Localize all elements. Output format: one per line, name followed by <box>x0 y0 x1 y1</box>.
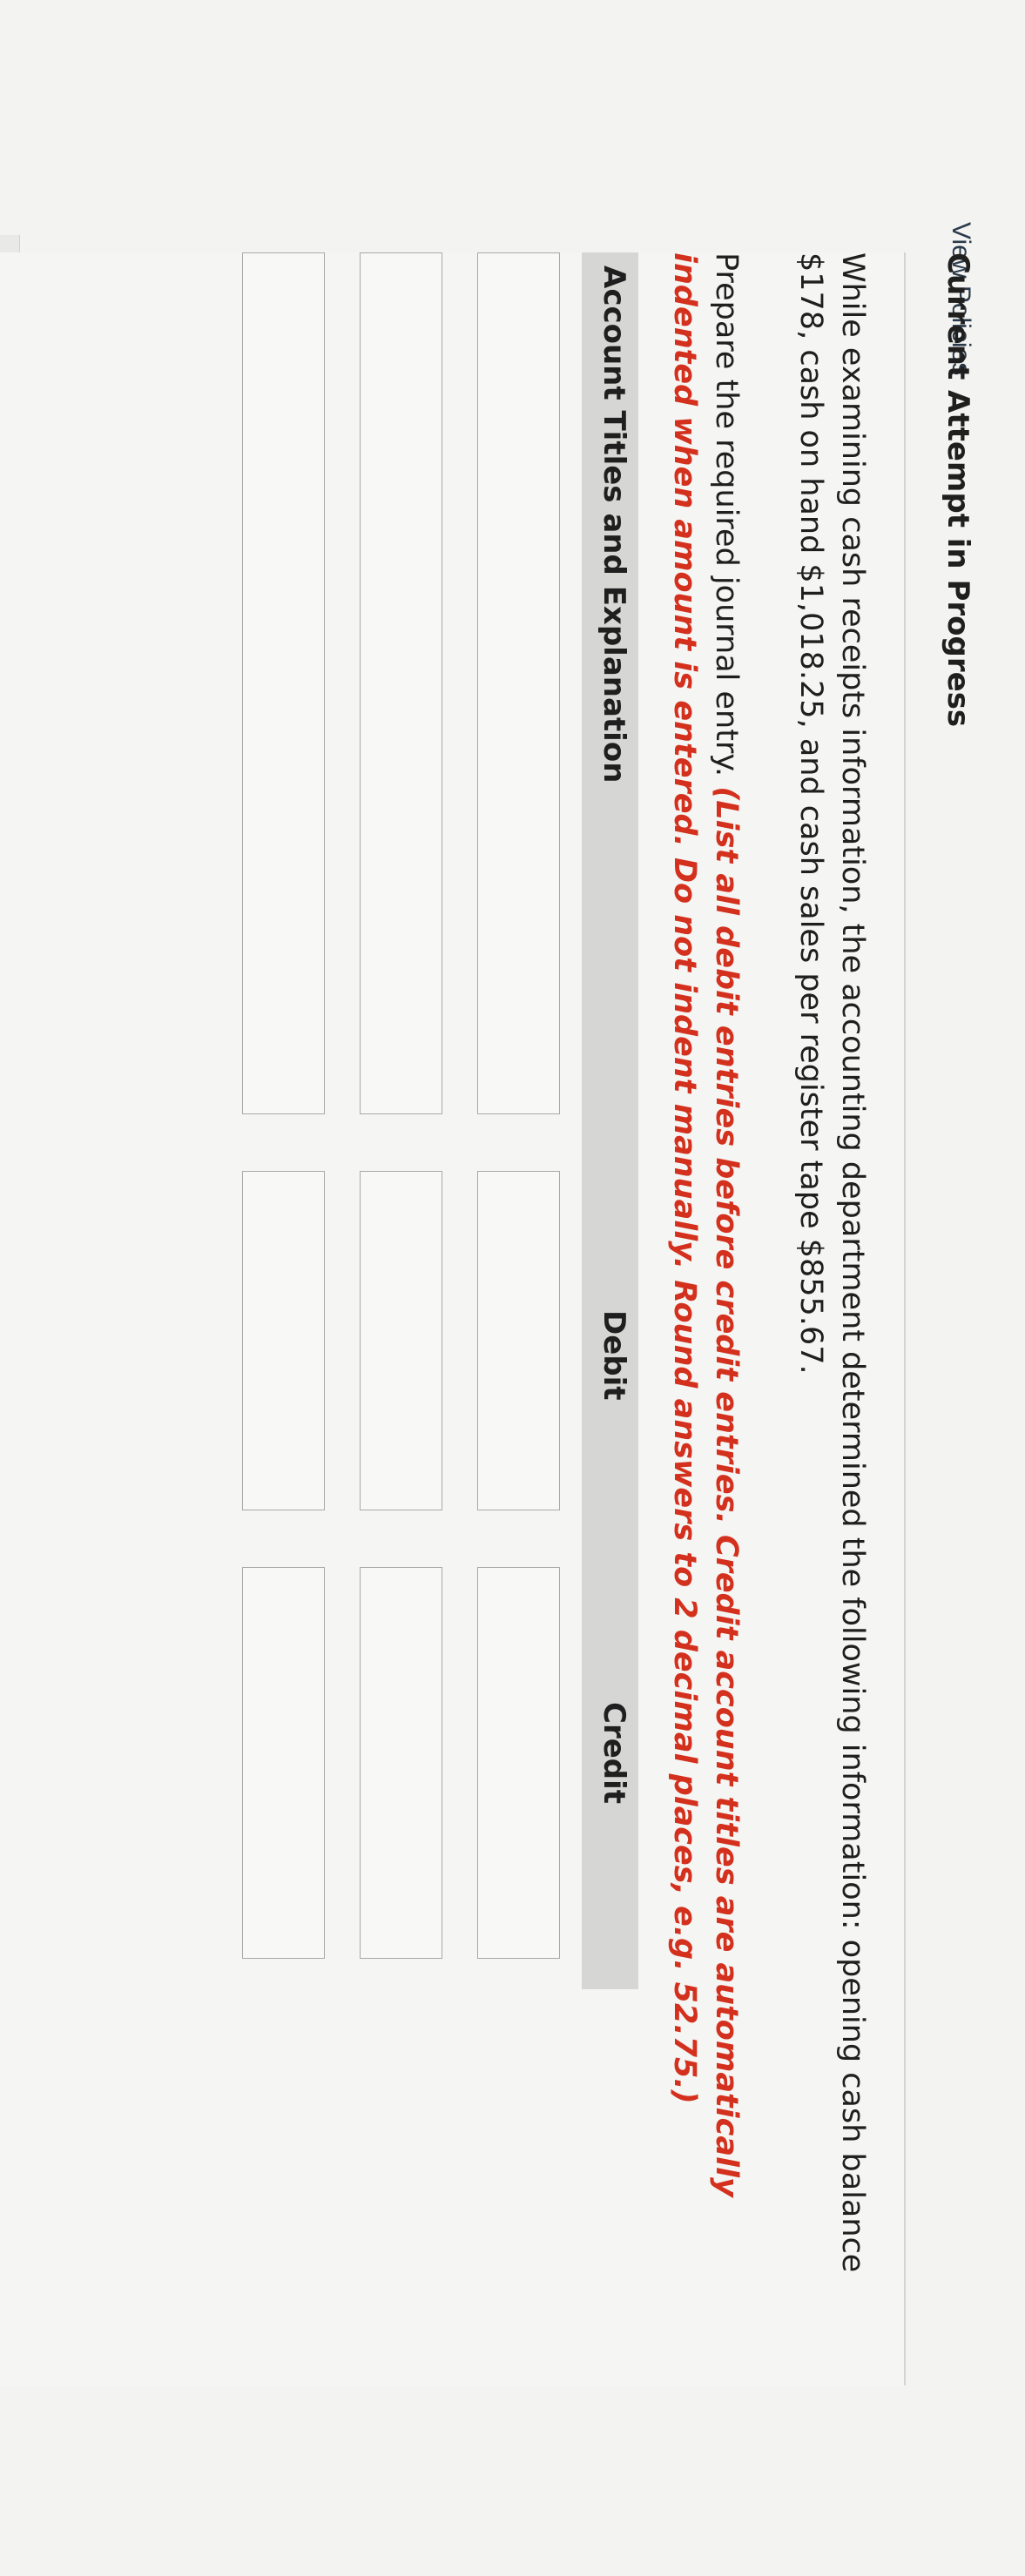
debit-amount-input[interactable] <box>242 1171 325 1510</box>
credit-header: Credit <box>597 1702 631 1805</box>
journal-entry-row <box>473 252 560 1989</box>
credit-amount-input[interactable] <box>477 1567 560 1959</box>
question-content: Current Attempt in Progress While examin… <box>0 252 997 2385</box>
debit-amount-input[interactable] <box>477 1171 560 1510</box>
question-text: While examining cash receipts informatio… <box>793 252 870 2273</box>
debit-header: Debit <box>597 1310 631 1401</box>
account-titles-header: Account Titles and Explanation <box>597 266 631 784</box>
debit-amount-input[interactable] <box>360 1171 442 1510</box>
account-title-input[interactable] <box>242 252 325 1114</box>
question-panel: While examining cash receipts informatio… <box>0 252 906 2385</box>
account-title-input[interactable] <box>477 252 560 1114</box>
journal-table-header: Account Titles and Explanation Debit Cre… <box>582 252 638 1989</box>
page: View Policies Current Attempt in Progres… <box>0 0 1025 2576</box>
credit-amount-input[interactable] <box>242 1567 325 1959</box>
credit-amount-input[interactable] <box>360 1567 442 1959</box>
account-title-input[interactable] <box>360 252 442 1114</box>
instructions: Prepare the required journal entry. (Lis… <box>664 252 747 2324</box>
instructions-lead: Prepare the required journal entry. <box>709 252 744 787</box>
journal-entry-row <box>238 252 325 1989</box>
journal-entry-row <box>355 252 442 1989</box>
attempt-status-title: Current Attempt in Progress <box>941 252 975 728</box>
